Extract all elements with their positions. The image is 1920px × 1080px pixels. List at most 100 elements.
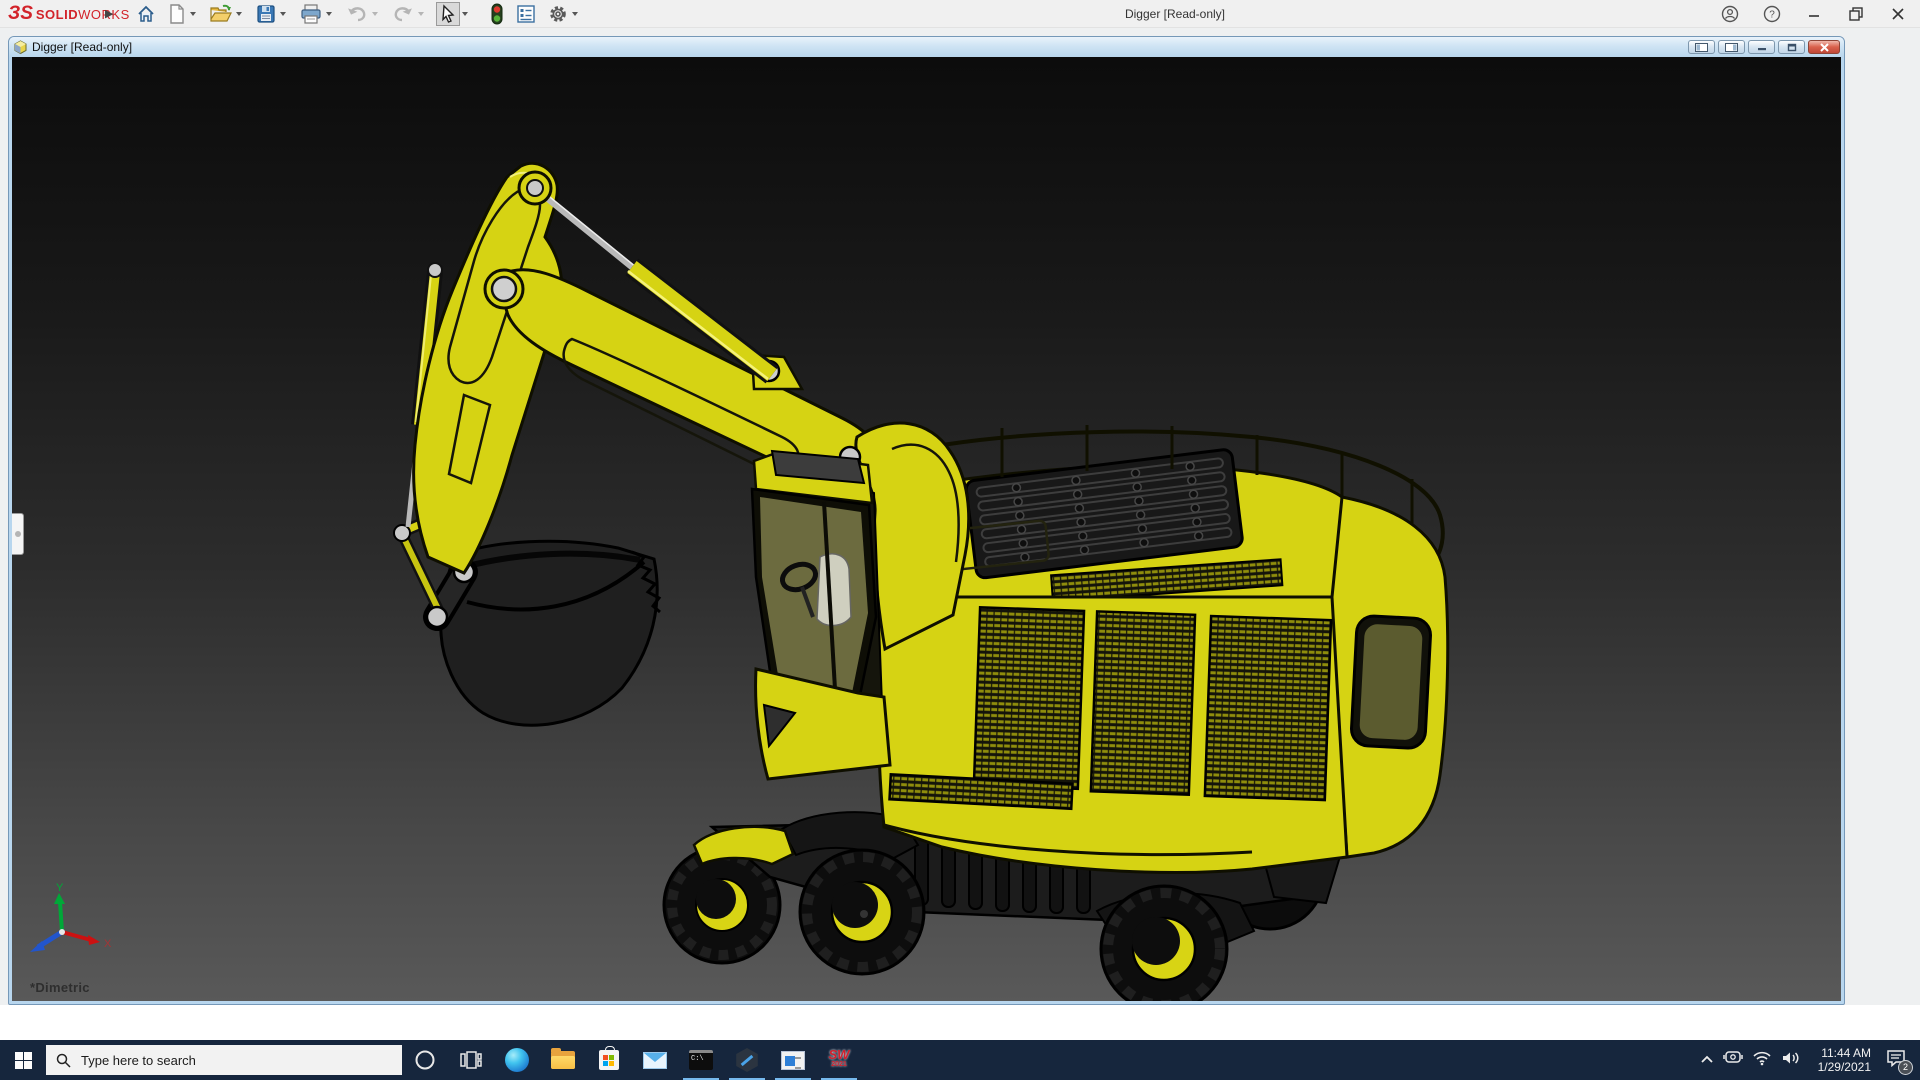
open-icon [210,4,232,24]
doc-close-button[interactable] [1808,40,1840,54]
menu-expand-arrow[interactable]: ▶ [105,7,113,20]
3d-model-digger[interactable]: Y X [12,57,1841,1001]
account-icon [1721,5,1739,23]
graphics-viewport[interactable]: Y X *Dimetric [12,57,1841,1001]
cortana-icon [414,1049,436,1071]
volume-button[interactable] [1781,1050,1801,1071]
save-button[interactable] [254,2,278,26]
hidden-icons-button[interactable] [1700,1051,1714,1069]
left-pane-button[interactable] [1688,40,1715,54]
desktop-strip [0,1005,1920,1040]
counterweight [1330,497,1448,857]
triad-x-label: X [104,938,112,950]
assembly-doc-icon [13,40,28,55]
print-button[interactable] [298,2,324,26]
new-document-dropdown[interactable] [190,12,196,16]
undo-icon [346,4,368,24]
window-app-button[interactable] [770,1040,816,1080]
open-dropdown[interactable] [236,12,242,16]
taskbar-search[interactable]: Type here to search [46,1045,402,1075]
print-icon [300,4,322,24]
settings-dropdown[interactable] [572,12,578,16]
doc-minimize-button[interactable] [1748,40,1775,54]
task-view-button[interactable] [448,1040,494,1080]
reference-triad: Y X [30,882,112,952]
triad-y-label: Y [56,882,64,894]
hexagon-app-button[interactable] [724,1040,770,1080]
wheel-front-near [800,850,924,974]
mid-pin [492,277,516,301]
save-dropdown[interactable] [280,12,286,16]
doc-restore-button[interactable] [1778,40,1805,54]
help-icon: ? [1763,5,1781,23]
account-button[interactable] [1716,2,1744,26]
app-titlebar: ЗS SOLIDWORKS ▶ [0,0,1920,28]
select-cursor-icon [439,4,457,24]
meet-now-icon [1723,1050,1743,1066]
cylinder-anchor-pin [428,263,442,277]
restore-icon [1848,6,1864,22]
home-button[interactable] [134,2,158,26]
options-list-button[interactable] [514,2,538,26]
stoplight-icon [490,3,504,25]
document-titlebar[interactable]: Digger [Read-only] [9,37,1844,57]
gear-icon [548,4,568,24]
undo-dropdown[interactable] [372,12,378,16]
document-title: Digger [Read-only] [32,40,132,54]
clock-time: 11:44 AM [1821,1046,1871,1060]
cortana-button[interactable] [402,1040,448,1080]
doc-restore-icon [1787,43,1797,52]
print-dropdown[interactable] [326,12,332,16]
file-explorer-button[interactable] [540,1040,586,1080]
edge-icon [505,1048,529,1072]
side-panel [878,597,1347,872]
help-button[interactable]: ? [1758,2,1786,26]
redo-dropdown[interactable] [418,12,424,16]
wifi-button[interactable] [1752,1050,1772,1071]
right-pane-button[interactable] [1718,40,1745,54]
meet-now-button[interactable] [1723,1050,1743,1071]
rebuild-button[interactable] [488,2,506,26]
system-tray: 11:44 AM 1/29/2021 2 [1700,1040,1920,1080]
new-document-button[interactable] [166,2,188,26]
edge-button[interactable] [494,1040,540,1080]
command-prompt-icon: C:\ [689,1050,713,1070]
solidworks-logo-glyph: ЗS [8,3,33,25]
mail-icon [643,1052,667,1069]
start-button[interactable] [0,1040,46,1080]
undo-button[interactable] [344,2,370,26]
minimize-icon [1807,7,1821,21]
windows-logo-icon [15,1052,32,1069]
search-placeholder: Type here to search [81,1053,196,1068]
redo-button[interactable] [390,2,416,26]
minimize-button[interactable] [1800,2,1828,26]
taskbar-clock[interactable]: 11:44 AM 1/29/2021 [1818,1046,1871,1074]
action-center-button[interactable]: 2 [1886,1049,1906,1072]
wifi-icon [1752,1050,1772,1066]
app-window-title: Digger [Read-only] [1075,7,1275,21]
collapsed-pane-tab[interactable] [12,513,24,555]
command-prompt-button[interactable]: C:\ [678,1040,724,1080]
pane-tab-dot [15,531,21,537]
chevron-up-icon [1700,1054,1714,1064]
cab [752,451,890,779]
redo-icon [392,4,414,24]
boom-plate [414,163,562,573]
open-button[interactable] [208,2,234,26]
hexagon-app-icon [735,1048,759,1072]
search-icon [56,1053,71,1068]
close-button[interactable] [1884,2,1912,26]
select-tool-button[interactable] [436,2,460,26]
restore-button[interactable] [1842,2,1870,26]
options-list-icon [516,4,536,24]
mail-button[interactable] [632,1040,678,1080]
select-tool-dropdown[interactable] [462,12,468,16]
settings-button[interactable] [546,2,570,26]
store-button[interactable] [586,1040,632,1080]
store-icon [599,1050,619,1070]
doc-minimize-icon [1757,43,1767,51]
notification-badge: 2 [1898,1060,1913,1075]
solidworks-button[interactable]: SW2021 [816,1040,862,1080]
doc-close-icon [1819,43,1830,52]
window-app-icon [781,1051,805,1070]
